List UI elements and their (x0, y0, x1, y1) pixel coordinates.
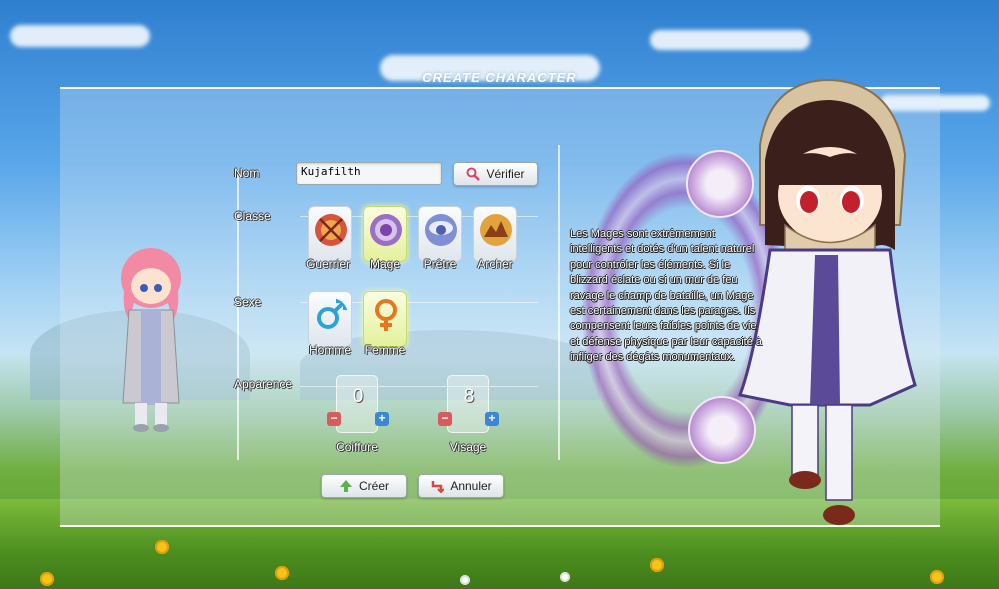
magic-orb-icon (370, 214, 402, 246)
cloud (650, 30, 810, 50)
flower (460, 575, 470, 585)
class-label-archer: Archer (477, 257, 513, 271)
arrow-up-icon (339, 479, 353, 493)
face-value: 8 (463, 386, 475, 407)
name-label: Nom (234, 166, 260, 180)
class-label-mage: Mage (369, 257, 401, 271)
class-description: Les Mages sont extrêmement intelligents … (570, 228, 763, 364)
sex-slot-homme[interactable] (308, 291, 352, 347)
face-selector: 8 (447, 375, 489, 433)
class-slot-archer[interactable] (473, 206, 517, 262)
cloud (10, 25, 150, 47)
hair-decrease-button[interactable]: − (327, 412, 341, 426)
sword-shield-icon (315, 214, 347, 246)
hair-increase-button[interactable]: + (375, 412, 389, 426)
flower (560, 572, 570, 582)
flower (650, 558, 664, 572)
divider-right (558, 145, 560, 460)
bow-emblem-icon (480, 214, 512, 246)
cancel-button[interactable]: Annuler (418, 474, 504, 498)
flower (275, 566, 289, 580)
hair-value: 0 (352, 386, 364, 407)
priest-emblem-icon (425, 214, 457, 246)
create-button-label: Créer (358, 479, 389, 493)
cancel-button-label: Annuler (450, 479, 492, 493)
name-input[interactable]: Kujafilth (296, 162, 442, 185)
face-label: Visage (449, 440, 487, 454)
class-slot-pretre[interactable] (418, 206, 462, 262)
female-symbol-icon (375, 299, 397, 331)
class-label-guerrier: Guerrier (305, 257, 350, 271)
sex-label-femme: Femme (364, 343, 406, 357)
sex-slot-femme[interactable] (363, 291, 407, 347)
class-slot-guerrier[interactable] (308, 206, 352, 262)
class-label: Classe (234, 209, 271, 223)
hair-selector: 0 (336, 375, 378, 433)
verify-button[interactable]: Vérifier (453, 162, 538, 186)
face-decrease-button[interactable]: − (438, 412, 452, 426)
class-label-pretre: Prêtre (423, 257, 457, 271)
verify-button-label: Vérifier (486, 167, 525, 181)
sex-label-homme: Homme (308, 343, 351, 357)
create-button[interactable]: Créer (321, 474, 407, 498)
sex-label: Sexe (234, 295, 262, 309)
appearance-label: Apparence (234, 377, 293, 391)
male-symbol-icon (317, 299, 347, 329)
class-slot-mage[interactable] (363, 206, 407, 262)
flower (930, 570, 944, 584)
flower (40, 572, 54, 586)
face-increase-button[interactable]: + (485, 412, 499, 426)
character-preview (121, 248, 181, 432)
hair-label: Coiffure (336, 440, 378, 454)
flower (155, 540, 169, 554)
return-arrow-icon (430, 479, 446, 494)
search-icon (466, 167, 481, 181)
